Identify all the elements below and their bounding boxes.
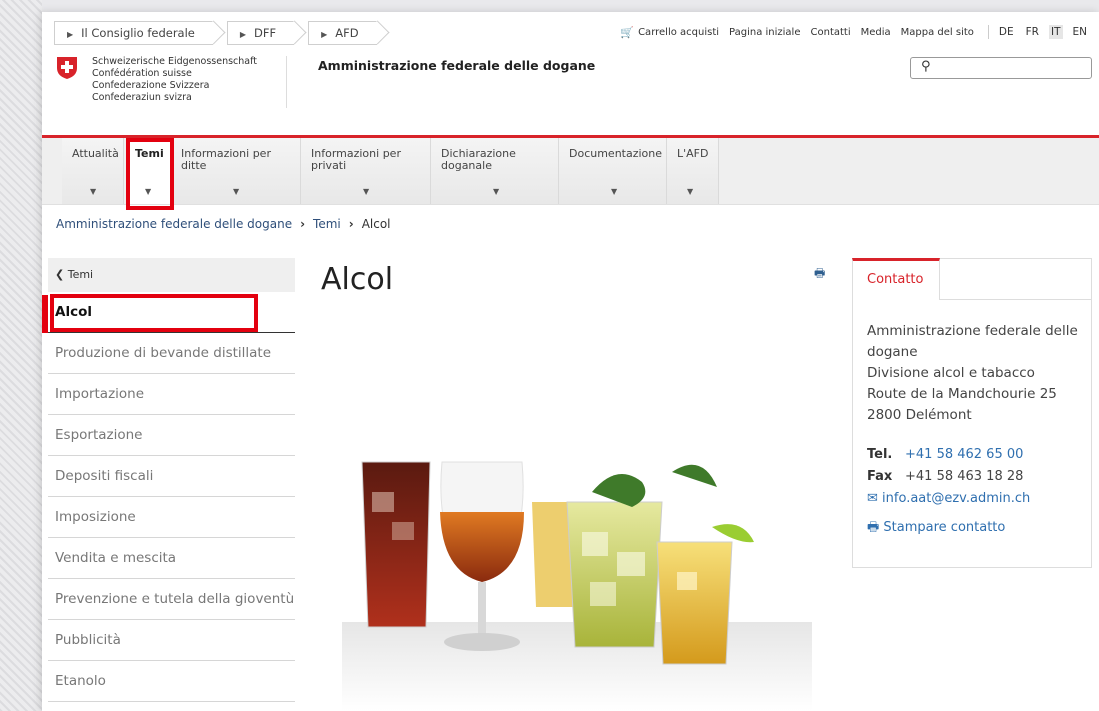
crumb-consiglio-federale[interactable]: ▶ Il Consiglio federale: [54, 21, 213, 45]
header-divider: [286, 56, 287, 108]
back-label: Temi: [67, 268, 94, 281]
sidebar-item-pubblicita[interactable]: Pubblicità: [48, 620, 295, 661]
tel-label: Tel.: [867, 447, 893, 462]
sidebar-item-depositi-fiscali[interactable]: Depositi fiscali: [48, 456, 295, 497]
contact-tel-row: Tel. +41 58 462 65 00: [867, 444, 1087, 466]
contact-address-line: Amministrazione federale delle dogane: [867, 323, 1078, 360]
sidebar-item-etanolo[interactable]: Etanolo: [48, 661, 295, 702]
brand-line-it: Confederazione Svizzera: [92, 80, 210, 91]
nav-label: Documentazione: [569, 147, 663, 160]
page-title: Alcol: [321, 262, 394, 297]
lang-it[interactable]: IT: [1048, 25, 1063, 39]
contact-body: Amministrazione federale delle dogane Di…: [867, 321, 1087, 538]
search-icon: ⚲: [921, 59, 931, 74]
nav-label: Attualità: [72, 147, 119, 160]
print-contact-button[interactable]: 🖶 Stampare contatto: [867, 517, 1087, 538]
link-home[interactable]: Pagina iniziale: [729, 27, 800, 38]
top-bar: ▶ Il Consiglio federale ▶ DFF ▶ AFD 🛒 Carre…: [42, 12, 1099, 45]
nav-informazioni-privati[interactable]: Informazioni per privati ▼: [301, 138, 431, 204]
crumb-label: Il Consiglio federale: [81, 26, 195, 40]
chevron-down-icon: ▼: [611, 187, 618, 196]
brand-line-de: Schweizerische Eidgenossenschaft: [92, 56, 258, 67]
chevron-down-icon: ▼: [90, 187, 97, 196]
print-contact-label: Stampare contatto: [883, 520, 1006, 535]
brand-line-fr: Confédération suisse: [92, 68, 192, 79]
main-navigation: Attualità ▼ Temi ▼ Informazioni per ditt…: [42, 138, 1099, 205]
nav-attualita[interactable]: Attualità ▼: [62, 138, 124, 204]
breadcrumb-home[interactable]: Amministrazione federale delle dogane: [56, 217, 292, 231]
envelope-icon: ✉: [867, 491, 878, 506]
nav-label: L'AFD: [677, 147, 709, 160]
print-icon[interactable]: 🖶: [814, 264, 825, 285]
nav-label: Dichiarazione doganale: [441, 147, 516, 172]
breadcrumb-temi[interactable]: Temi: [313, 217, 341, 231]
tab-baseline: [940, 299, 1092, 300]
lang-fr[interactable]: FR: [1024, 25, 1041, 39]
utility-links: 🛒 Carrello acquisti Pagina iniziale Cont…: [610, 25, 1089, 39]
nav-documentazione[interactable]: Documentazione ▼: [559, 138, 667, 204]
search-input[interactable]: ⚲: [910, 57, 1092, 79]
sidebar-item-prevenzione[interactable]: Prevenzione e tutela della gioventù: [48, 579, 295, 620]
link-cart[interactable]: Carrello acquisti: [638, 27, 719, 38]
crumb-label: DFF: [254, 26, 277, 40]
crumb-label: AFD: [335, 26, 359, 40]
brand-line-rm: Confederaziun svizra: [92, 92, 192, 103]
link-sitemap[interactable]: Mappa del sito: [901, 27, 974, 38]
chevron-down-icon: ▼: [363, 187, 370, 196]
chevron-down-icon: ▼: [687, 187, 694, 196]
link-media[interactable]: Media: [861, 27, 891, 38]
sidebar-item-importazione[interactable]: Importazione: [48, 374, 295, 415]
nav-lafd[interactable]: L'AFD ▼: [667, 138, 719, 204]
sidebar-item-produzione[interactable]: Produzione di bevande distillate: [48, 333, 295, 374]
link-contacts[interactable]: Contatti: [811, 27, 851, 38]
email-link[interactable]: info.aat@ezv.admin.ch: [882, 491, 1030, 506]
contact-address-line: Divisione alcol e tabacco: [867, 365, 1035, 381]
contact-address-line: 2800 Delémont: [867, 407, 972, 423]
nav-informazioni-ditte[interactable]: Informazioni per ditte ▼: [171, 138, 301, 204]
chevron-right-icon: ›: [348, 217, 354, 231]
contact-address-line: Route de la Mandchourie 25: [867, 386, 1057, 402]
chevron-down-icon: ▼: [493, 187, 500, 196]
contact-fax-row: Fax +41 58 463 18 28: [867, 466, 1087, 488]
confederation-wordmark: Schweizerische Eidgenossenschaft Confédé…: [92, 56, 257, 104]
breadcrumb-current: Alcol: [361, 217, 391, 231]
crumb-dff[interactable]: ▶ DFF: [226, 21, 295, 45]
fax-label: Fax: [867, 469, 893, 484]
cart-icon[interactable]: 🛒: [620, 26, 634, 39]
highlight-box-alcol: [50, 294, 258, 332]
browser-page: ▶ Il Consiglio federale ▶ DFF ▶ AFD 🛒 Carre…: [42, 12, 1099, 711]
sidebar-item-imposizione[interactable]: Imposizione: [48, 497, 295, 538]
nav-dichiarazione-doganale[interactable]: Dichiarazione doganale ▼: [431, 138, 559, 204]
tel-link[interactable]: +41 58 462 65 00: [905, 447, 1023, 462]
active-item-marker: [42, 295, 48, 333]
fax-number: +41 58 463 18 28: [905, 469, 1024, 484]
highlight-box-temi: [126, 138, 174, 210]
lang-en[interactable]: EN: [1071, 25, 1090, 39]
window-edge: [0, 0, 42, 711]
contact-panel: Contatto Amministrazione federale delle …: [852, 258, 1092, 568]
divider: [987, 25, 989, 39]
swiss-coat-of-arms-icon[interactable]: [56, 56, 78, 80]
sidebar-item-esportazione[interactable]: Esportazione: [48, 415, 295, 456]
sidebar-item-vendita[interactable]: Vendita e mescita: [48, 538, 295, 579]
chevron-right-icon: ›: [300, 217, 306, 231]
crumb-afd[interactable]: ▶ AFD: [308, 21, 377, 45]
back-to-temi[interactable]: ❮ Temi: [48, 258, 295, 292]
contact-email[interactable]: ✉ info.aat@ezv.admin.ch: [867, 488, 1087, 509]
nav-label: Informazioni per ditte: [181, 147, 271, 172]
chevron-down-icon: ▼: [233, 187, 240, 196]
nav-label: Informazioni per privati: [311, 147, 401, 172]
tab-contatto[interactable]: Contatto: [852, 258, 940, 300]
federal-breadcrumb: ▶ Il Consiglio federale ▶ DFF ▶ AFD: [54, 21, 391, 45]
printer-icon: 🖶: [867, 520, 880, 535]
lang-de[interactable]: DE: [997, 25, 1016, 39]
chevron-left-icon: ❮: [55, 268, 65, 281]
agency-name: Amministrazione federale delle dogane: [318, 58, 596, 73]
alcohol-drinks-image: [342, 461, 812, 711]
breadcrumb: Amministrazione federale delle dogane › Te…: [56, 217, 391, 231]
